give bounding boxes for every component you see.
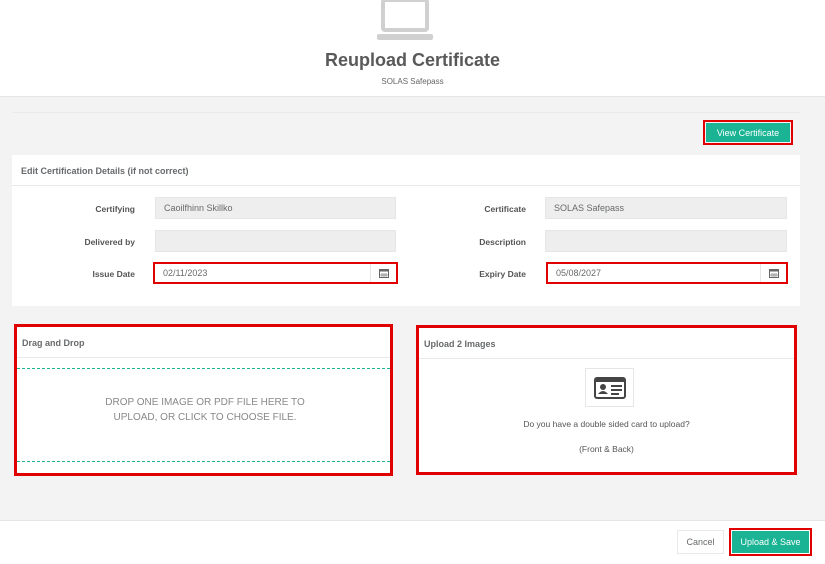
issue-date-field[interactable]: 02/11/2023 bbox=[153, 262, 398, 284]
drag-drop-title: Drag and Drop bbox=[22, 338, 85, 348]
file-dropzone[interactable]: DROP ONE IMAGE OR PDF FILE HERE TO UPLOA… bbox=[17, 368, 390, 462]
expiry-date-value: 05/08/2027 bbox=[556, 268, 602, 278]
id-card-icon bbox=[593, 376, 626, 399]
certificate-toolbar bbox=[12, 112, 800, 155]
certificate-label: Certificate bbox=[484, 204, 526, 214]
calendar-icon[interactable] bbox=[370, 264, 396, 282]
edit-details-title: Edit Certification Details (if not corre… bbox=[21, 166, 189, 176]
expiry-date-label: Expiry Date bbox=[479, 269, 526, 279]
issue-date-label: Issue Date bbox=[92, 269, 135, 279]
edit-details-panel: Edit Certification Details (if not corre… bbox=[12, 155, 800, 306]
delivered-by-label: Delivered by bbox=[84, 237, 135, 247]
certifying-field[interactable]: Caoilfhinn Skillko bbox=[155, 197, 396, 219]
delivered-by-field[interactable] bbox=[155, 230, 396, 252]
calendar-icon[interactable] bbox=[760, 264, 786, 282]
description-field[interactable] bbox=[545, 230, 787, 252]
certificate-field[interactable]: SOLAS Safepass bbox=[545, 197, 787, 219]
description-label: Description bbox=[479, 237, 526, 247]
dropzone-text: DROP ONE IMAGE OR PDF FILE HERE TO UPLOA… bbox=[105, 397, 305, 423]
view-certificate-button[interactable]: View Certificate bbox=[703, 120, 793, 145]
drag-drop-panel: Drag and Drop DROP ONE IMAGE OR PDF FILE… bbox=[14, 324, 393, 476]
issue-date-value: 02/11/2023 bbox=[163, 268, 208, 278]
page-subtitle: SOLAS Safepass bbox=[381, 77, 444, 86]
laptop-icon bbox=[377, 0, 433, 40]
divider bbox=[17, 357, 390, 358]
upload-images-panel: Upload 2 Images Do you have a double sid… bbox=[416, 325, 797, 475]
certifying-label: Certifying bbox=[95, 204, 135, 214]
divider bbox=[419, 358, 794, 359]
front-back-note: (Front & Back) bbox=[579, 444, 634, 454]
page-title: Reupload Certificate bbox=[324, 50, 501, 70]
upload-two-images-button[interactable] bbox=[585, 368, 634, 407]
cancel-button[interactable]: Cancel bbox=[677, 530, 724, 554]
modal-header: Reupload Certificate SOLAS Safepass bbox=[0, 0, 825, 97]
expiry-date-field[interactable]: 05/08/2027 bbox=[546, 262, 788, 284]
double-sided-question: Do you have a double sided card to uploa… bbox=[523, 419, 690, 429]
upload-images-title: Upload 2 Images bbox=[424, 339, 496, 349]
upload-save-button[interactable]: Upload & Save bbox=[729, 528, 812, 556]
divider bbox=[12, 185, 800, 186]
